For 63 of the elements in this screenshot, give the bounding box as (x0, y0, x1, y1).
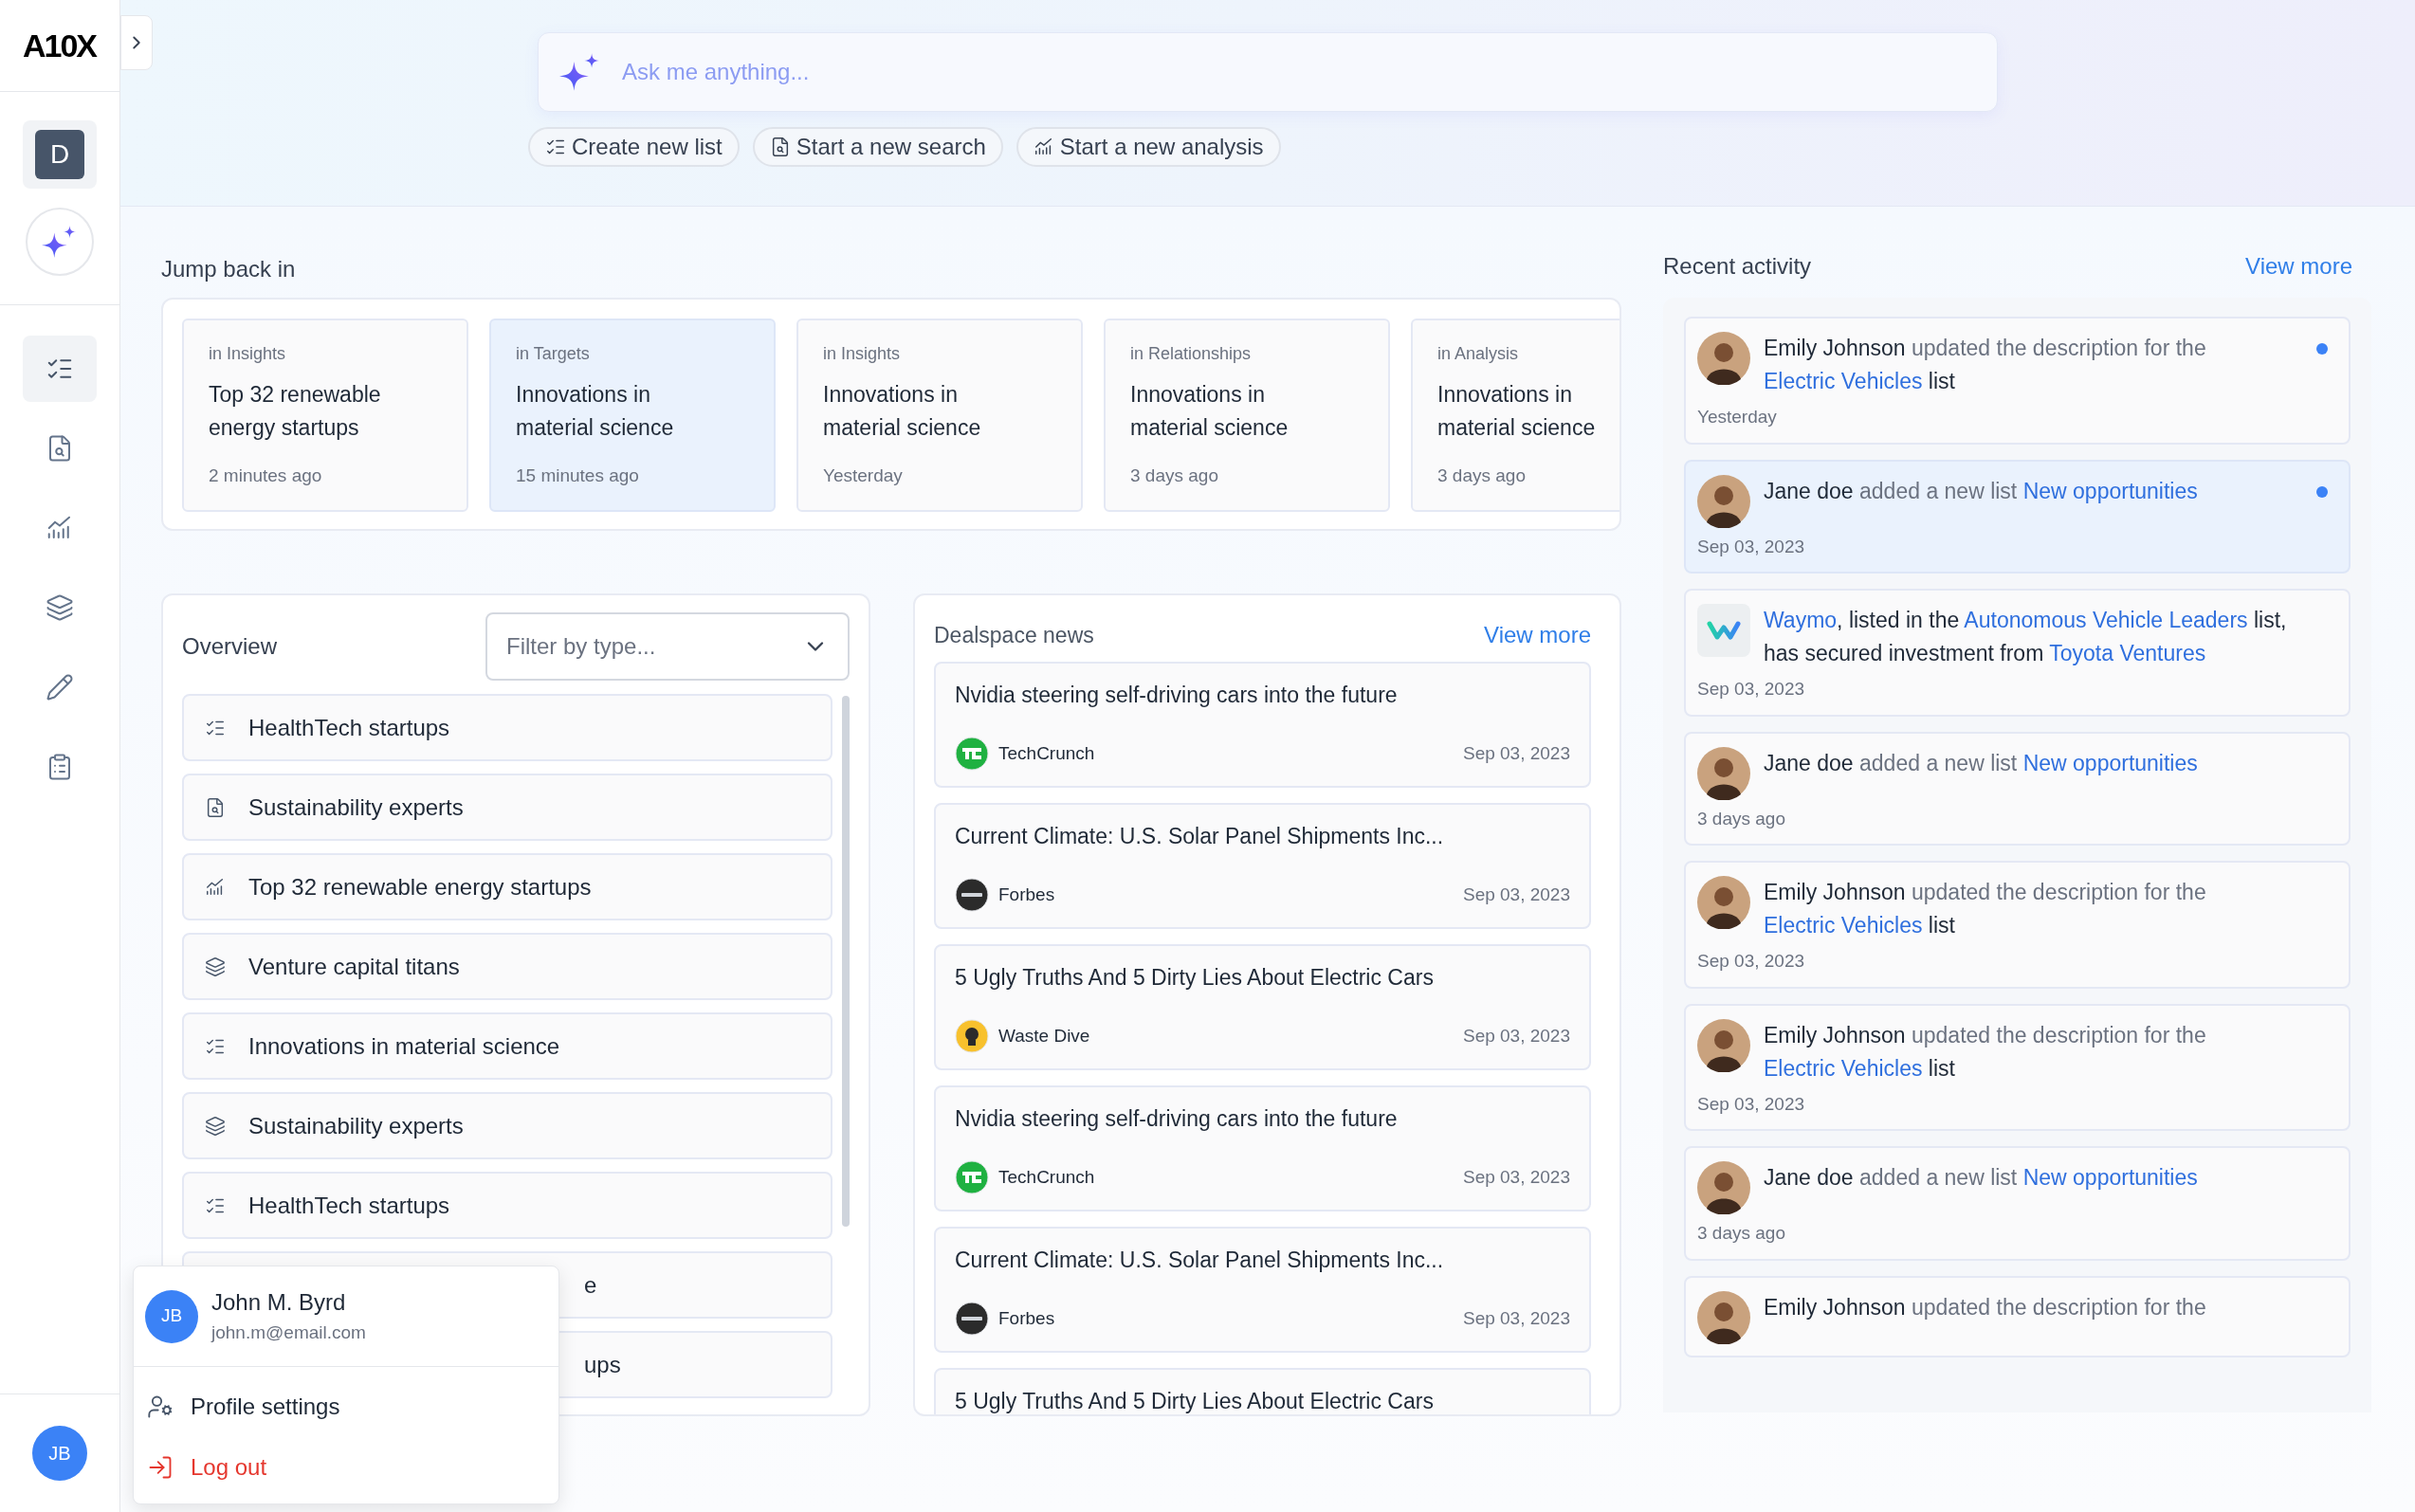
section-title: Recent activity (1663, 252, 1812, 281)
item-label: Sustainability experts (248, 792, 464, 822)
activity-time: 3 days ago (1697, 1222, 1786, 1245)
news-source: Waste Dive (998, 1024, 1090, 1047)
news-date: Sep 03, 2023 (1462, 1165, 1570, 1189)
item-label: Sustainability experts (248, 1111, 464, 1140)
news-date: Sep 03, 2023 (1462, 883, 1570, 906)
card-time: 3 days ago (1130, 464, 1219, 487)
panel-title: Dealspace news (934, 621, 1094, 649)
news-source: TechCrunch (998, 741, 1095, 765)
section-title: Jump back in (161, 255, 297, 281)
item-label: e (584, 1270, 597, 1300)
activity-text: Jane doe added a new list New opportunities (1764, 477, 2199, 505)
news-title: Nvidia steering self-driving cars into the future (955, 682, 1399, 709)
activity-time: Sep 03, 2023 (1697, 535, 1806, 558)
activity-text: Emily Johnson updated the description for the (1764, 1293, 2207, 1321)
user-avatar: JB (145, 1289, 198, 1343)
item-label: Venture capital titans (248, 952, 460, 981)
card-title: Top 32 renewable energy startups (209, 381, 382, 442)
card-context: in Targets (516, 343, 591, 365)
activity-time: Sep 03, 2023 (1697, 1092, 1806, 1116)
activity-text: Jane doe added a new list New opportunities (1764, 1164, 2199, 1192)
item-label: ups (584, 1350, 621, 1379)
card-title: Innovations in material science (1437, 381, 1597, 442)
card-context: in Insights (823, 343, 902, 365)
activity-time: 3 days ago (1697, 807, 1786, 830)
item-label: HealthTech startups (248, 1191, 450, 1220)
panel-title: Overview (182, 632, 278, 661)
news-title: 5 Ugly Truths And 5 Dirty Lies About Electric Cars (955, 1388, 1435, 1414)
card-time: Yesterday (823, 464, 904, 487)
activity-text: Waymo, listed in the Autonomous Vehicle Leaders list, has secured investment from Toyota Ventures (1764, 607, 2288, 667)
card-title: Innovations in material science (1130, 381, 1290, 442)
item-label: Top 32 renewable energy startups (248, 872, 592, 902)
card-context: in Insights (209, 343, 287, 365)
activity-text: Jane doe added a new list New opportunities (1764, 749, 2199, 777)
news-source: Forbes (998, 1306, 1055, 1330)
news-date: Sep 03, 2023 (1462, 1306, 1570, 1330)
card-title: Innovations in material science (823, 381, 982, 442)
card-time: 2 minutes ago (209, 464, 323, 487)
brand-logo: A10X (23, 26, 97, 65)
activity-text: Emily Johnson updated the description for the Electric Vehicles list (1764, 1021, 2207, 1083)
user-email: john.m@email.com (211, 1321, 366, 1345)
news-date: Sep 03, 2023 (1462, 741, 1570, 765)
item-label: Innovations in material science (248, 1031, 560, 1061)
news-date: Sep 03, 2023 (1462, 1024, 1570, 1047)
news-source: Forbes (998, 883, 1055, 906)
activity-text: Emily Johnson updated the description for the Electric Vehicles list (1764, 879, 2207, 939)
item-label: HealthTech startups (248, 713, 450, 742)
card-title: Innovations in material science (516, 381, 675, 442)
activity-time: Yesterday (1697, 406, 1778, 428)
news-source: TechCrunch (998, 1165, 1095, 1189)
card-context: in Relationships (1130, 343, 1253, 365)
activity-time: Sep 03, 2023 (1697, 950, 1806, 973)
activity-text: Emily Johnson updated the description for the Electric Vehicles list (1764, 335, 2207, 395)
news-title: 5 Ugly Truths And 5 Dirty Lies About Electric Cars (955, 964, 1435, 992)
user-name: John M. Byrd (211, 1288, 347, 1318)
card-time: 15 minutes ago (516, 464, 640, 487)
news-title: Current Climate: U.S. Solar Panel Shipments Inc... (955, 1247, 1445, 1274)
card-time: 3 days ago (1437, 464, 1527, 487)
news-title: Current Climate: U.S. Solar Panel Shipments Inc... (955, 823, 1445, 850)
activity-time: Sep 03, 2023 (1697, 678, 1806, 701)
card-context: in Analysis (1437, 343, 1520, 365)
news-title: Nvidia steering self-driving cars into the future (955, 1105, 1399, 1133)
